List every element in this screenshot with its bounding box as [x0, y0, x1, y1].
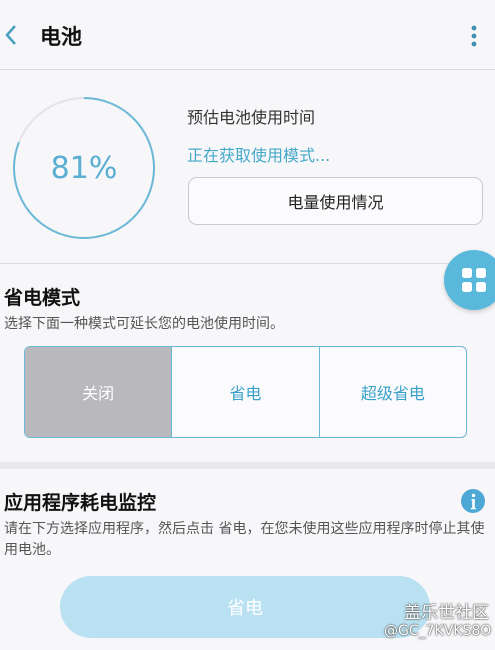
- section-divider: [0, 462, 495, 469]
- app-monitor-description: 请在下方选择应用程序，然后点击 省电，在您未使用这些应用程序时停止其使用电池。: [4, 521, 485, 558]
- chevron-left-icon[interactable]: [4, 22, 18, 48]
- battery-usage-button[interactable]: 电量使用情况: [188, 177, 483, 225]
- power-save-button[interactable]: 省电: [60, 576, 430, 638]
- usage-status: 正在获取使用模式...: [187, 146, 331, 165]
- watermark-community: 盖乐世社区: [404, 603, 489, 623]
- estimate-label: 预估电池使用时间: [187, 108, 316, 127]
- mode-option-power-saving[interactable]: 省电: [171, 347, 318, 437]
- grid-icon: [462, 268, 486, 292]
- mode-option-ultra-power-saving[interactable]: 超级省电: [318, 347, 466, 437]
- app-monitor-title: 应用程序耗电监控: [4, 492, 157, 514]
- mode-option-off[interactable]: 关闭: [25, 347, 172, 437]
- page-title: 电池: [40, 25, 82, 49]
- power-mode-title: 省电模式: [4, 287, 81, 309]
- info-icon[interactable]: [460, 488, 486, 514]
- divider: [0, 263, 495, 264]
- more-vertical-icon[interactable]: [468, 24, 480, 48]
- floating-action-button[interactable]: [444, 250, 495, 310]
- app-bar: 电池: [0, 0, 495, 70]
- watermark-user: @GC_7KVKS8O: [384, 623, 492, 639]
- power-mode-subtitle: 选择下面一种模式可延长您的电池使用时间。: [4, 316, 284, 332]
- power-mode-selector: 关闭 省电 超级省电: [24, 346, 467, 438]
- battery-percentage: 81%: [50, 150, 118, 186]
